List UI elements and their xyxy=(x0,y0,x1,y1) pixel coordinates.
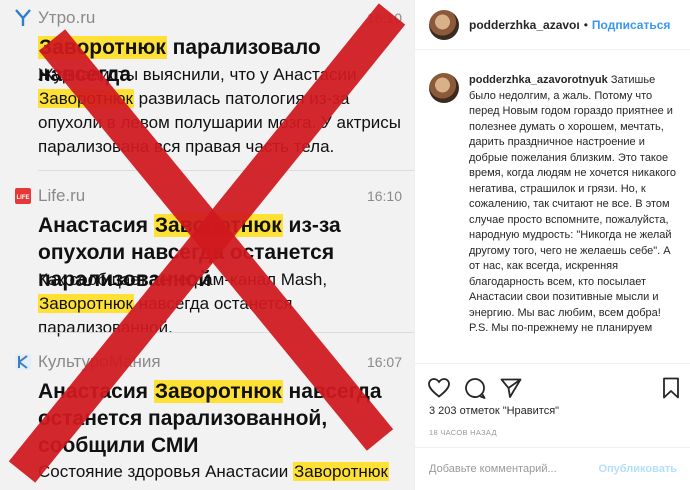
news-lead: Состояние здоровья Анастасии Заворотнюк xyxy=(38,462,389,481)
news-screenshot-photo: Утро.ru 16:10 Заворотнюк парализовало на… xyxy=(0,0,414,490)
svg-text:LIFE: LIFE xyxy=(17,195,30,201)
news-source-row: LIFE Life.ru 16:10 xyxy=(14,184,404,208)
name-highlight: Заворотнюк xyxy=(38,294,134,313)
name-highlight: Заворотнюк xyxy=(38,89,134,108)
share-icon[interactable] xyxy=(499,376,523,400)
caption-area: podderzhka_azavorotnyuk Затишье было нед… xyxy=(415,51,690,363)
news-lead: Как сообщает телеграм-канал Mash, Заворо… xyxy=(38,270,328,337)
kulturomania-logo-icon xyxy=(14,353,32,371)
bookmark-icon[interactable] xyxy=(659,376,683,400)
news-source-name: Life.ru xyxy=(38,186,86,205)
name-highlight: Заворотнюк xyxy=(293,462,389,481)
news-lead: Журналисты выяснили, что у Анастасии Зав… xyxy=(38,65,402,156)
caption-username[interactable]: podderzhka_azavorotnyuk xyxy=(469,74,608,86)
news-source-name: Утро.ru xyxy=(38,8,96,27)
add-comment-bar: Опубликовать xyxy=(415,447,690,490)
avatar[interactable] xyxy=(429,73,459,103)
news-source-row: КультуроМания 16:07 xyxy=(14,350,404,374)
name-highlight: Заворотнюк xyxy=(153,214,283,237)
likes-count[interactable]: 3 203 отметок "Нравится" xyxy=(429,405,559,417)
news-headline: Анастасия Заворотнюк навсегда останется … xyxy=(38,380,382,457)
publish-button[interactable]: Опубликовать xyxy=(598,463,677,475)
caption-text: podderzhka_azavorotnyuk Затишье было нед… xyxy=(469,73,679,363)
caption-body: Затишье было недолгим, а жаль. Потому чт… xyxy=(469,74,677,334)
avatar[interactable] xyxy=(429,9,459,40)
news-source-name: КультуроМания xyxy=(38,352,161,371)
news-source-row: Утро.ru 16:10 xyxy=(14,6,404,30)
comment-icon[interactable] xyxy=(463,376,487,400)
news-divider xyxy=(38,170,414,171)
instagram-post-panel: podderzhka_azavoı • Подписаться podderzh… xyxy=(414,0,690,490)
name-highlight: Заворотнюк xyxy=(153,380,283,403)
heart-icon[interactable] xyxy=(427,376,451,400)
comment-input[interactable] xyxy=(429,463,599,475)
news-divider xyxy=(38,332,414,333)
post-timestamp[interactable]: 18 ЧАСОВ НАЗАД xyxy=(429,428,497,437)
news-time: 16:10 xyxy=(366,188,402,204)
post-header: podderzhka_azavoı • Подписаться xyxy=(415,0,690,50)
header-username[interactable]: podderzhka_azavoı xyxy=(469,18,580,32)
news-time: 16:07 xyxy=(366,354,402,370)
utro-logo-icon xyxy=(14,9,32,27)
life-logo-icon: LIFE xyxy=(14,187,32,205)
follow-button[interactable]: Подписаться xyxy=(592,18,670,32)
news-time: 16:10 xyxy=(366,10,402,26)
name-highlight: Заворотнюк xyxy=(38,36,167,59)
separator-dot: • xyxy=(583,17,588,32)
